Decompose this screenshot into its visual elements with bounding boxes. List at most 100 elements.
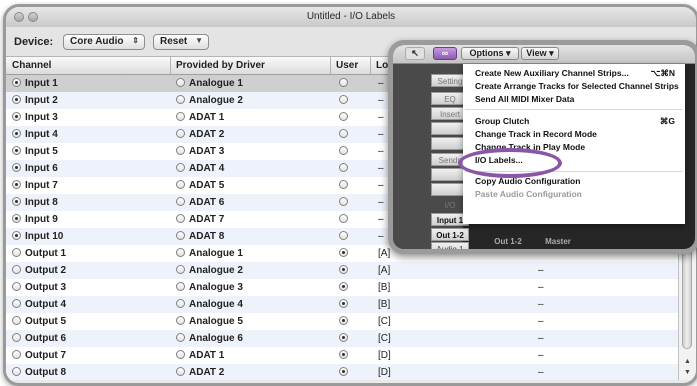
table-row[interactable]: Output 6 Analogue 6 [C] –: [6, 330, 679, 347]
channel-radio[interactable]: [12, 350, 21, 359]
long-label-cell[interactable]: –: [378, 163, 384, 174]
provided-radio[interactable]: [176, 197, 185, 206]
menu-item-record-mode[interactable]: Change Track in Record Mode: [475, 129, 597, 139]
user-radio[interactable]: [339, 367, 348, 376]
menu-item-create-aux[interactable]: Create New Auxiliary Channel Strips...: [475, 68, 629, 78]
channel-radio[interactable]: [12, 112, 21, 121]
long-label-cell[interactable]: [A]: [378, 248, 390, 259]
table-row[interactable]: Output 4 Analogue 4 [B] –: [6, 296, 679, 313]
long-label-cell[interactable]: [C]: [378, 316, 391, 327]
long-label-cell[interactable]: [D]: [378, 367, 391, 378]
user-radio[interactable]: [339, 299, 348, 308]
menu-item-copy-audio-config[interactable]: Copy Audio Configuration: [475, 176, 580, 186]
channel-radio[interactable]: [12, 129, 21, 138]
user-radio[interactable]: [339, 214, 348, 223]
menu-item-group-clutch[interactable]: Group Clutch: [475, 116, 529, 126]
channel-radio[interactable]: [12, 333, 21, 342]
channel-radio[interactable]: [12, 248, 21, 257]
short-label-cell[interactable]: –: [538, 367, 544, 378]
provided-radio[interactable]: [176, 265, 185, 274]
user-radio[interactable]: [339, 95, 348, 104]
channel-radio[interactable]: [12, 231, 21, 240]
user-radio[interactable]: [339, 265, 348, 274]
long-label-cell[interactable]: –: [378, 180, 384, 191]
table-row[interactable]: Output 7 ADAT 1 [D] –: [6, 347, 679, 364]
provided-radio[interactable]: [176, 333, 185, 342]
channel-radio[interactable]: [12, 146, 21, 155]
user-radio[interactable]: [339, 78, 348, 87]
short-label-cell[interactable]: –: [538, 282, 544, 293]
long-label-cell[interactable]: –: [378, 95, 384, 106]
channel-radio[interactable]: [12, 78, 21, 87]
short-label-cell[interactable]: –: [538, 265, 544, 276]
view-menu-button[interactable]: View ▾: [521, 47, 559, 60]
short-label-cell[interactable]: –: [538, 316, 544, 327]
user-radio[interactable]: [339, 112, 348, 121]
channel-radio[interactable]: [12, 265, 21, 274]
short-label-cell[interactable]: –: [538, 333, 544, 344]
back-arrow-icon[interactable]: ↖: [405, 47, 425, 60]
channel-radio[interactable]: [12, 282, 21, 291]
provided-radio[interactable]: [176, 316, 185, 325]
user-radio[interactable]: [339, 282, 348, 291]
long-label-cell[interactable]: –: [378, 112, 384, 123]
user-radio[interactable]: [339, 180, 348, 189]
table-row[interactable]: Output 3 Analogue 3 [B] –: [6, 279, 679, 296]
column-user[interactable]: User: [336, 60, 358, 71]
provided-radio[interactable]: [176, 180, 185, 189]
channel-radio[interactable]: [12, 163, 21, 172]
user-radio[interactable]: [339, 197, 348, 206]
long-label-cell[interactable]: –: [378, 197, 384, 208]
channel-radio[interactable]: [12, 367, 21, 376]
provided-radio[interactable]: [176, 163, 185, 172]
long-label-cell[interactable]: [A]: [378, 265, 390, 276]
provided-radio[interactable]: [176, 299, 185, 308]
menu-item-create-arrange-tracks[interactable]: Create Arrange Tracks for Selected Chann…: [475, 81, 679, 91]
link-icon[interactable]: ∞: [433, 47, 457, 60]
provided-radio[interactable]: [176, 78, 185, 87]
provided-radio[interactable]: [176, 231, 185, 240]
column-long[interactable]: Lo: [376, 60, 388, 71]
long-label-cell[interactable]: –: [378, 78, 384, 89]
long-label-cell[interactable]: [B]: [378, 299, 390, 310]
channel-radio[interactable]: [12, 214, 21, 223]
menu-item-send-midi[interactable]: Send All MIDI Mixer Data: [475, 94, 574, 104]
table-row[interactable]: Output 5 Analogue 5 [C] –: [6, 313, 679, 330]
provided-radio[interactable]: [176, 95, 185, 104]
table-row[interactable]: Output 2 Analogue 2 [A] –: [6, 262, 679, 279]
long-label-cell[interactable]: [B]: [378, 282, 390, 293]
user-radio[interactable]: [339, 146, 348, 155]
user-radio[interactable]: [339, 129, 348, 138]
channel-radio[interactable]: [12, 95, 21, 104]
long-label-cell[interactable]: [C]: [378, 333, 391, 344]
table-row[interactable]: Output 8 ADAT 2 [D] –: [6, 364, 679, 380]
provided-radio[interactable]: [176, 350, 185, 359]
output-slot[interactable]: Out 1-2: [431, 228, 469, 241]
long-label-cell[interactable]: [D]: [378, 350, 391, 361]
long-label-cell[interactable]: –: [378, 214, 384, 225]
long-label-cell[interactable]: –: [378, 146, 384, 157]
user-radio[interactable]: [339, 248, 348, 257]
device-select[interactable]: Core Audio ⇕: [63, 34, 145, 50]
provided-radio[interactable]: [176, 146, 185, 155]
column-channel[interactable]: Channel: [12, 60, 51, 71]
channel-radio[interactable]: [12, 197, 21, 206]
options-menu-button[interactable]: Options ▾: [461, 47, 519, 60]
user-radio[interactable]: [339, 333, 348, 342]
provided-radio[interactable]: [176, 112, 185, 121]
scroll-down-icon[interactable]: ▼: [679, 367, 696, 379]
column-provided[interactable]: Provided by Driver: [176, 60, 265, 71]
user-radio[interactable]: [339, 231, 348, 240]
user-radio[interactable]: [339, 163, 348, 172]
provided-radio[interactable]: [176, 214, 185, 223]
provided-radio[interactable]: [176, 248, 185, 257]
user-radio[interactable]: [339, 350, 348, 359]
channel-radio[interactable]: [12, 299, 21, 308]
user-radio[interactable]: [339, 316, 348, 325]
channel-radio[interactable]: [12, 180, 21, 189]
short-label-cell[interactable]: –: [538, 350, 544, 361]
provided-radio[interactable]: [176, 129, 185, 138]
short-label-cell[interactable]: –: [538, 299, 544, 310]
long-label-cell[interactable]: –: [378, 231, 384, 242]
channel-radio[interactable]: [12, 316, 21, 325]
